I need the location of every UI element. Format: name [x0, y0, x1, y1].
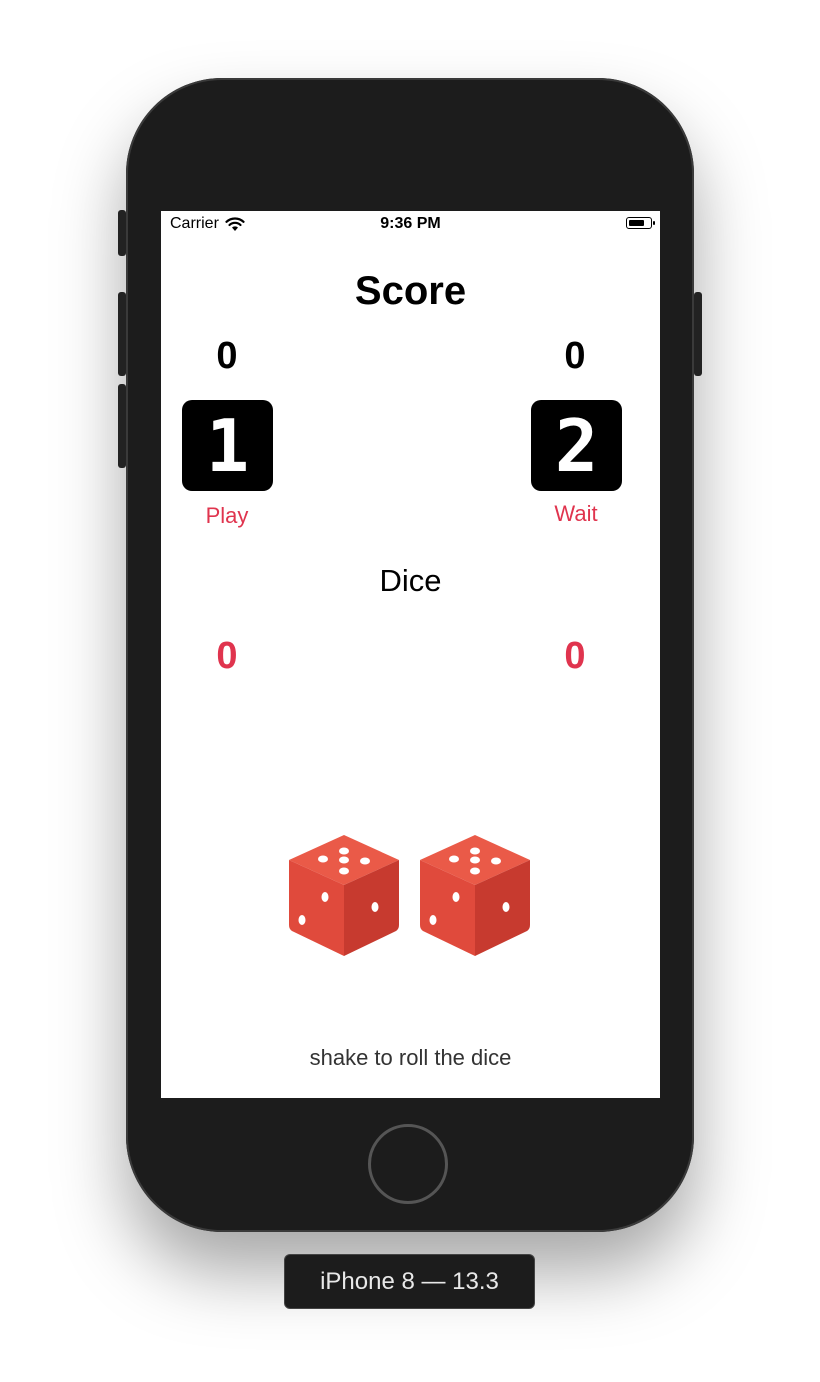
battery-icon [626, 217, 655, 229]
status-bar: Carrier 9:36 PM [161, 211, 660, 239]
player-2-status: Wait [554, 501, 598, 526]
player-1-score: 0 [216, 335, 238, 377]
power-button [694, 292, 702, 376]
app-screen: Carrier 9:36 PM Score 0 1 Play 0 2 Wait … [161, 211, 660, 1098]
mute-switch [118, 210, 126, 256]
home-button[interactable] [368, 1124, 448, 1204]
player-2-score: 0 [564, 335, 586, 377]
player-2-dice-value: 0 [564, 635, 586, 677]
player-1-dice-value: 0 [216, 635, 238, 677]
battery-level [628, 219, 644, 226]
player-1-status: Play [205, 503, 249, 528]
die-right [420, 835, 530, 956]
die-left [289, 835, 399, 956]
dice-label: Dice [379, 563, 442, 598]
volume-up-button [118, 292, 126, 376]
device-label: iPhone 8 — 13.3 [284, 1254, 535, 1309]
two-red-dice-icon[interactable] [287, 833, 533, 959]
volume-down-button [118, 384, 126, 468]
player-2-badge[interactable]: 2 [531, 400, 622, 491]
simulator-stage: Carrier 9:36 PM Score 0 1 Play 0 2 Wait … [0, 0, 820, 1382]
page-title: Score [354, 269, 467, 313]
player-1-badge[interactable]: 1 [182, 400, 273, 491]
shake-hint: shake to roll the dice [309, 1045, 512, 1070]
status-time: 9:36 PM [380, 215, 441, 232]
